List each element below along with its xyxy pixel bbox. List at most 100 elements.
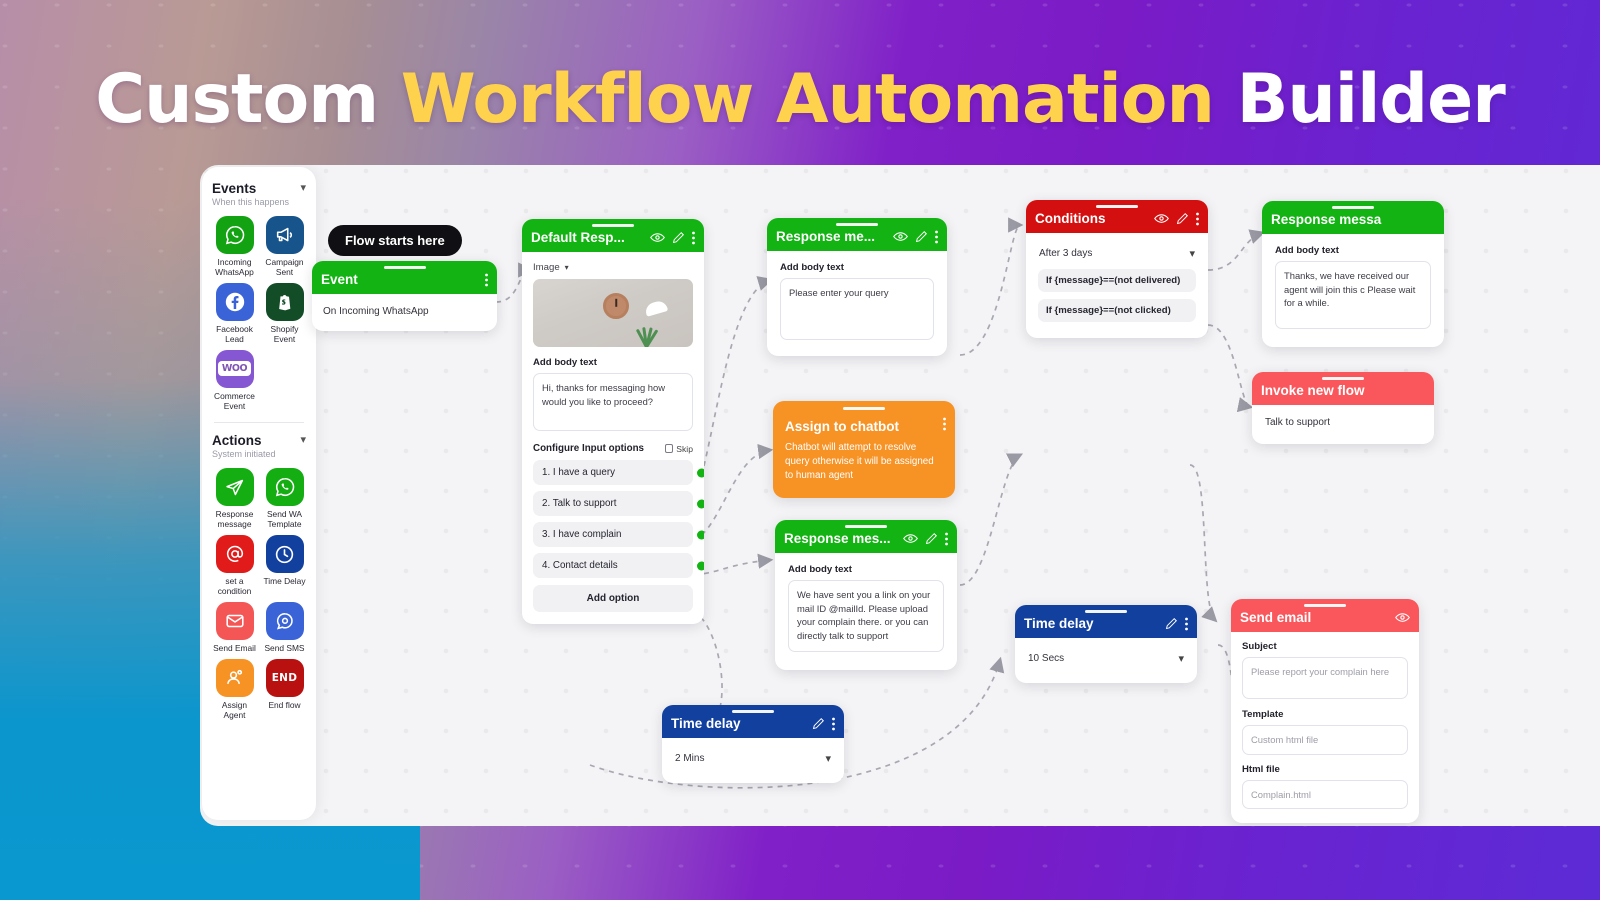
drag-grip[interactable]	[1304, 604, 1346, 608]
node-palette-sidebar[interactable]: Events ▾ When this happens Incoming What…	[202, 167, 316, 820]
node-title: Send email	[1240, 610, 1312, 625]
node-response-complain[interactable]: Response mes... Add body text We have se…	[775, 520, 957, 670]
chevron-down-icon[interactable]: ▾	[300, 183, 306, 194]
node-time-delay-10s-header[interactable]: Time delay	[1015, 605, 1197, 638]
time-delay-select[interactable]: 2 Mins ▾	[674, 750, 832, 767]
kebab-menu-icon	[1196, 212, 1199, 225]
node-response-complain-header[interactable]: Response mes...	[775, 520, 957, 553]
condition-delay-select[interactable]: After 3 days ▾	[1038, 245, 1196, 262]
palette-item-label: set a condition	[217, 576, 252, 597]
node-event-header[interactable]: Event	[312, 261, 497, 294]
drag-grip[interactable]	[592, 224, 634, 228]
events-section-header[interactable]: Events ▾	[212, 181, 306, 196]
skip-toggle[interactable]: Skip	[664, 444, 693, 454]
node-response-agent[interactable]: Response messa Add body text Thanks, we …	[1262, 201, 1444, 347]
node-header-icons	[893, 230, 938, 244]
html-file-input[interactable]: Complain.html	[1242, 779, 1408, 810]
drag-grip[interactable]	[836, 223, 878, 227]
time-delay-value: 2 Mins	[675, 753, 705, 764]
node-response-agent-header[interactable]: Response messa	[1262, 201, 1444, 234]
input-option[interactable]: 3. I have complain	[533, 522, 704, 547]
time-delay-value: 10 Secs	[1028, 653, 1065, 664]
facebook-icon	[215, 282, 254, 321]
output-connector[interactable]	[697, 530, 704, 539]
body-text-input[interactable]: Please enter your query	[780, 278, 934, 340]
condition-rule[interactable]: If {message}==(not delivered)	[1038, 269, 1196, 292]
node-header-icons	[1165, 617, 1188, 631]
option-label: 2. Talk to support	[542, 498, 617, 509]
media-type-selector[interactable]: Image ▾	[533, 262, 693, 273]
drag-grip[interactable]	[1332, 206, 1374, 210]
node-response-query[interactable]: Response me... Add body text Please ente…	[767, 218, 947, 356]
condition-rule[interactable]: If {message}==(not clicked)	[1038, 299, 1196, 322]
node-default-response[interactable]: Default Resp... Image ▾ Add body text Hi…	[522, 219, 704, 624]
node-conditions[interactable]: Conditions After 3 days ▾ If {message}==…	[1026, 200, 1208, 338]
palette-item-campaign-sent[interactable]: Campaign Sent	[262, 216, 307, 278]
palette-item-response-message[interactable]: Response message	[212, 468, 257, 530]
palette-item-send-email[interactable]: Send Email	[212, 602, 257, 654]
node-invoke-flow-header[interactable]: Invoke new flow	[1252, 372, 1434, 405]
node-header-icons	[485, 273, 488, 287]
input-option[interactable]: 1. I have a query	[533, 460, 704, 485]
body-text-input[interactable]: Hi, thanks for messaging how would you l…	[533, 373, 693, 431]
node-default-response-header[interactable]: Default Resp...	[522, 219, 704, 252]
node-assign-chatbot[interactable]: Assign to chatbot Chatbot will attempt t…	[773, 401, 955, 498]
node-send-email-header[interactable]: Send email	[1231, 599, 1419, 632]
palette-item-shopify-event[interactable]: Shopify Event	[262, 282, 307, 345]
palette-item-label: Response message	[215, 509, 254, 530]
template-input[interactable]: Custom html file	[1242, 725, 1408, 755]
option-label: 4. Contact details	[542, 560, 618, 571]
drag-grip[interactable]	[1085, 610, 1127, 614]
palette-item-label: Incoming WhatsApp	[215, 257, 254, 277]
node-time-delay-2m-header[interactable]: Time delay	[662, 705, 844, 738]
drag-grip[interactable]	[843, 407, 885, 411]
drag-grip[interactable]	[845, 525, 887, 529]
body-text-label: Add body text	[780, 262, 844, 273]
drag-grip[interactable]	[383, 266, 426, 270]
chevron-down-icon[interactable]: ▾	[300, 435, 306, 446]
node-send-email[interactable]: Send email Subject Please report your co…	[1231, 599, 1419, 824]
output-connector[interactable]	[697, 468, 704, 477]
palette-item-set-a-condition[interactable]: set a condition	[212, 535, 257, 597]
palette-item-label: Campaign Sent	[265, 257, 304, 277]
subject-input[interactable]: Please report your complain here	[1242, 657, 1408, 699]
flow-start-badge: Flow starts here	[328, 225, 462, 256]
palette-item-facebook-lead[interactable]: Facebook Lead	[212, 282, 257, 345]
palette-item-end-flow[interactable]: END End flow	[262, 658, 307, 721]
body-text-input[interactable]: We have sent you a link on your mail ID …	[788, 580, 944, 652]
node-event[interactable]: Event On Incoming WhatsApp	[312, 261, 497, 331]
skip-checkbox[interactable]	[664, 444, 674, 453]
drag-grip[interactable]	[732, 710, 774, 714]
chat-bubble-icon	[265, 602, 304, 641]
eye-icon	[1154, 214, 1169, 223]
palette-item-send-wa-template[interactable]: Send WA Template	[262, 468, 307, 530]
node-response-query-header[interactable]: Response me...	[767, 218, 947, 251]
node-invoke-flow[interactable]: Invoke new flow Talk to support	[1252, 372, 1434, 444]
page-title: Custom Workflow Automation Builder	[0, 60, 1600, 139]
input-option[interactable]: 2. Talk to support	[533, 491, 704, 516]
palette-item-send-sms[interactable]: Send SMS	[262, 602, 307, 654]
input-option[interactable]: 4. Contact details	[533, 553, 704, 578]
invoke-flow-value: Talk to support	[1265, 417, 1331, 428]
workflow-canvas[interactable]: Events ▾ When this happens Incoming What…	[200, 165, 1600, 826]
drag-grip[interactable]	[1322, 377, 1364, 381]
add-option-button[interactable]: Add option	[533, 585, 693, 612]
node-time-delay-10s[interactable]: Time delay 10 Secs ▾	[1015, 605, 1197, 683]
time-delay-select[interactable]: 10 Secs ▾	[1027, 650, 1185, 667]
actions-section-header[interactable]: Actions ▾	[212, 433, 306, 448]
palette-item-incoming-whatsapp[interactable]: Incoming WhatsApp	[212, 216, 257, 278]
drag-grip[interactable]	[1096, 205, 1138, 209]
media-type-value: Image	[533, 262, 560, 273]
body-text-input[interactable]: Thanks, we have received our agent will …	[1275, 261, 1431, 329]
output-connector[interactable]	[697, 499, 704, 508]
node-time-delay-2m[interactable]: Time delay 2 Mins ▾	[662, 705, 844, 783]
palette-item-assign-agent[interactable]: Assign Agent	[212, 658, 257, 721]
palette-item-label: Facebook Lead	[216, 323, 253, 344]
node-header-icons	[903, 532, 948, 546]
palette-item-commerce-event[interactable]: WOO Commerce Event	[212, 349, 257, 412]
output-connector[interactable]	[697, 561, 704, 570]
node-conditions-header[interactable]: Conditions	[1026, 200, 1208, 233]
palette-item-time-delay[interactable]: Time Delay	[262, 535, 307, 597]
condition-delay-value: After 3 days	[1039, 248, 1093, 259]
palette-item-label: End flow	[268, 699, 301, 710]
